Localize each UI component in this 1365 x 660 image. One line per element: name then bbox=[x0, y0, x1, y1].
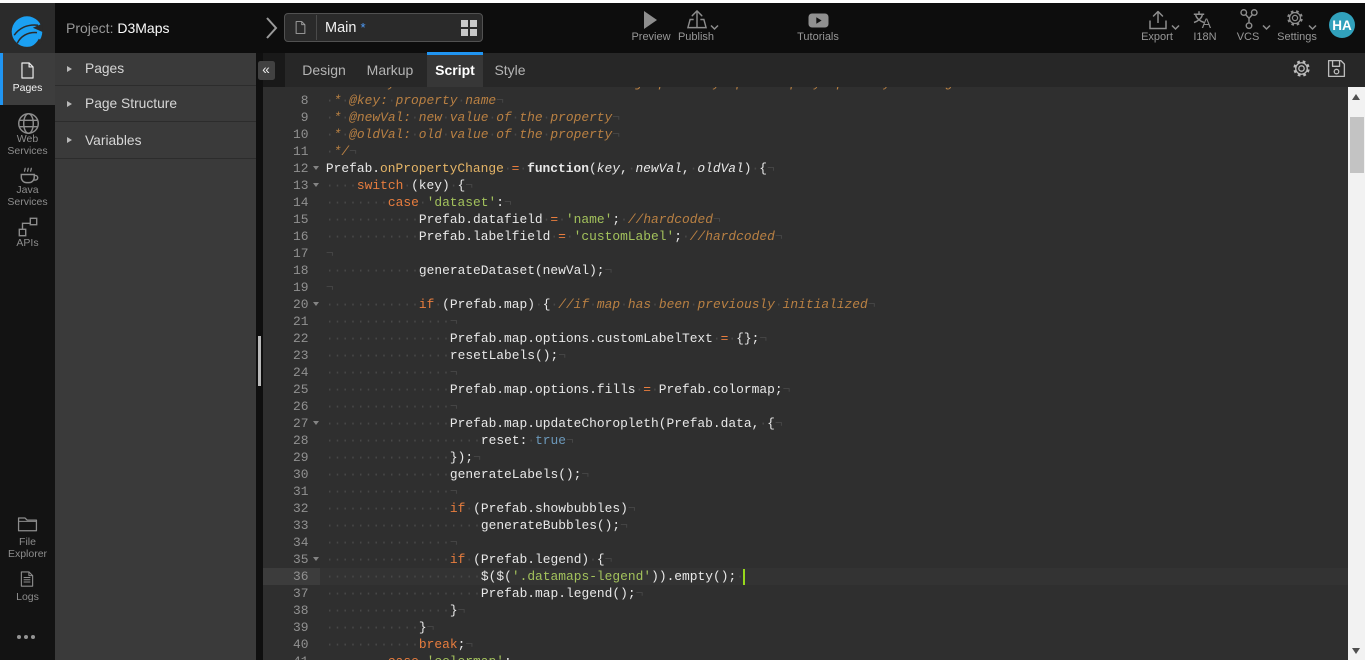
svg-text:A: A bbox=[1202, 15, 1212, 29]
